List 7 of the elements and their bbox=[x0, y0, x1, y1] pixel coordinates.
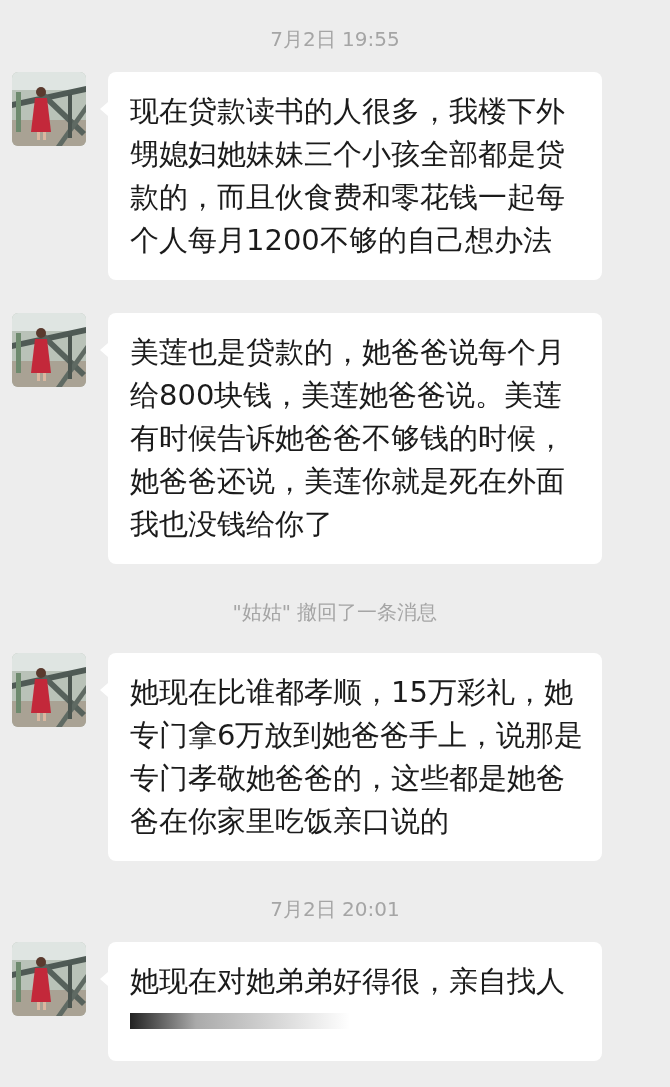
message-text: 她现在对她弟弟好得很，亲自找人 bbox=[130, 963, 566, 1000]
recall-notice: "姑姑" 撤回了一条消息 bbox=[232, 599, 438, 626]
message-text: 她现在比谁都孝顺，15万彩礼，她专门拿6万放到她爸爸手上，说那是专门孝敬她爸爸的，这些都是她爸爸在你家里吃饭亲口说的 bbox=[130, 674, 585, 840]
timestamp: 7月2日 20:01 bbox=[270, 896, 400, 923]
message-text: 现在贷款读书的人很多，我楼下外甥媳妇她妹妹三个小孩全部都是贷款的，而且伙食费和零花钱一起每个人每月1200不够的自己想办法 bbox=[130, 93, 566, 259]
timestamp: 7月2日 19:55 bbox=[270, 26, 400, 53]
message-text: 美莲也是贷款的，她爸爸说每个月给800块钱，美莲她爸爸说。美莲有时候告诉她爸爸不够钱的时候，她爸爸还说，美莲你就是死在外面我也没钱给你了 bbox=[130, 334, 566, 543]
